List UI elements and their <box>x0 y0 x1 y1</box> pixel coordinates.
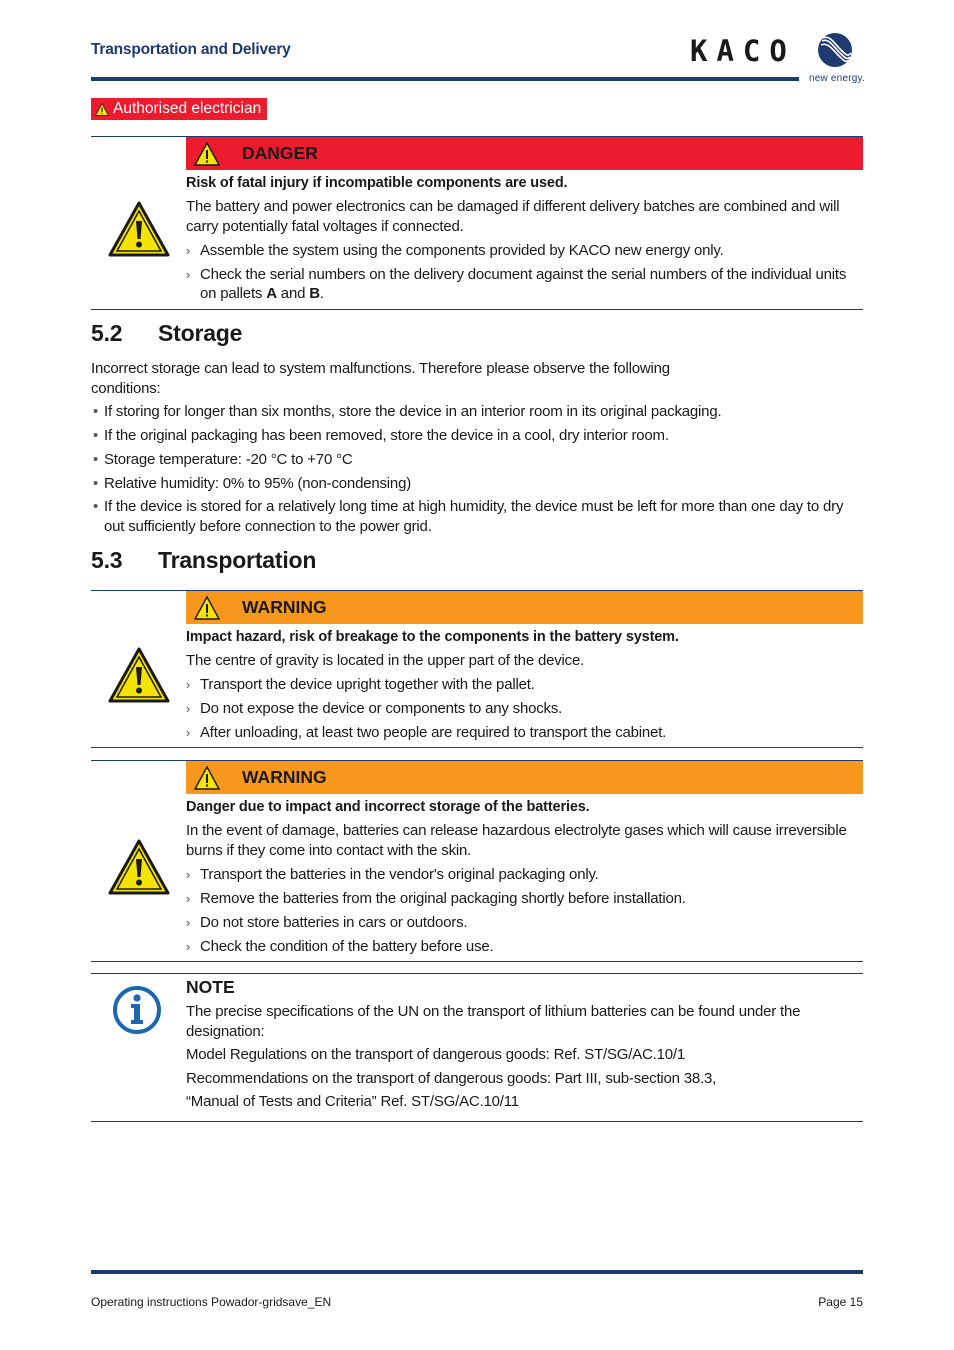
danger-step: › Check the serial numbers on the deliver… <box>186 265 847 303</box>
warning-header-bar: WARNING <box>186 591 863 624</box>
danger-level-label: DANGER <box>242 143 318 163</box>
footer-document-title: Operating instructions Powador-gridsave_… <box>91 1295 332 1309</box>
danger-step: › Assemble the system using the component… <box>186 241 724 259</box>
warning-lead: Danger due to impact and incorrect stora… <box>186 799 590 815</box>
warning-triangle-icon <box>194 595 220 620</box>
step-marker: › <box>186 938 191 954</box>
step-marker: › <box>186 677 191 692</box>
storage-intro: Incorrect storage can lead to system mal… <box>91 360 670 397</box>
storage-bullet: • If the device is stored for a relativel… <box>93 498 844 535</box>
running-header-title: Transportation and Delivery <box>91 41 291 58</box>
note-title: NOTE <box>186 977 235 997</box>
step-marker: › <box>186 866 191 882</box>
note-text: The precise specifications of the UN on … <box>186 1003 801 1040</box>
danger-lead: Risk of fatal injury if incompatible com… <box>186 175 568 191</box>
info-icon <box>113 986 161 1034</box>
warning-step: › Remove the batteries from the original … <box>186 889 686 907</box>
warning-step: › Do not store batteries in cars or outdo… <box>186 913 468 931</box>
warning-step: › Transport the device upright together w… <box>186 676 535 693</box>
step-marker: › <box>186 266 191 282</box>
warning-step: › Do not expose the device or components … <box>186 700 563 717</box>
warning-text: The centre of gravity is located in the … <box>186 652 585 669</box>
footer-rule <box>91 1270 863 1274</box>
step-marker: › <box>186 725 191 740</box>
role-badge: Authorised electrician <box>91 98 268 120</box>
section-heading-storage: 5.2 Storage <box>91 320 243 346</box>
warning-triangle-icon <box>108 839 170 895</box>
logo-tagline: new energy. <box>809 73 865 84</box>
warning-text: In the event of damage, batteries can re… <box>186 822 847 859</box>
warning-notice: WARNING Danger due to impact and incorre… <box>91 760 863 962</box>
step-marker: › <box>186 242 191 258</box>
danger-notice: DANGER Risk of fatal injury if incompati… <box>91 136 863 310</box>
note-line: Model Regulations on the transport of da… <box>186 1046 686 1063</box>
storage-bullet: • Storage temperature: -20 °C to +70 °C <box>93 451 353 468</box>
storage-bullet: • If storing for longer than six months, … <box>93 403 722 420</box>
kaco-logo: KACO new energy. <box>690 32 865 90</box>
danger-text: The battery and power electronics can be… <box>186 198 840 235</box>
note-line: “Manual of Tests and Criteria” Ref. ST/S… <box>186 1093 519 1110</box>
step-marker: › <box>186 914 191 930</box>
warning-step: › Transport the batteries in the vendor's… <box>186 865 599 883</box>
storage-bullet: • Relative humidity: 0% to 95% (non-conde… <box>93 475 412 492</box>
note-line: Recommendations on the transport of dang… <box>186 1069 717 1087</box>
warning-triangle-icon <box>108 201 170 257</box>
logo-wordmark: KACO <box>690 34 796 68</box>
danger-header-bar: DANGER <box>186 137 863 170</box>
warning-level-label: WARNING <box>242 597 327 617</box>
warning-step: › Check the condition of the battery befo… <box>186 937 494 955</box>
note-notice: NOTE The precise specifications of the U… <box>91 973 863 1122</box>
warning-level-label: WARNING <box>242 767 327 787</box>
section-heading-transportation: 5.3 Transportation <box>91 547 317 573</box>
role-badge-label: Authorised electrician <box>113 100 262 117</box>
warning-notice: WARNING Impact hazard, risk of breakage … <box>91 590 863 748</box>
warning-triangle-icon <box>108 647 170 703</box>
warning-triangle-icon <box>194 141 220 166</box>
warning-header-bar: WARNING <box>186 761 863 794</box>
logo-wave-icon <box>818 33 852 67</box>
storage-bullet: • If the original packaging has been remo… <box>93 427 669 444</box>
warning-triangle-icon <box>95 102 109 116</box>
step-marker: › <box>186 701 191 716</box>
footer-page-number: Page 15 <box>818 1295 863 1309</box>
warning-step: › After unloading, at least two people ar… <box>186 724 667 741</box>
warning-lead: Impact hazard, risk of breakage to the c… <box>186 629 679 645</box>
step-marker: › <box>186 890 191 906</box>
warning-triangle-icon <box>194 765 220 790</box>
